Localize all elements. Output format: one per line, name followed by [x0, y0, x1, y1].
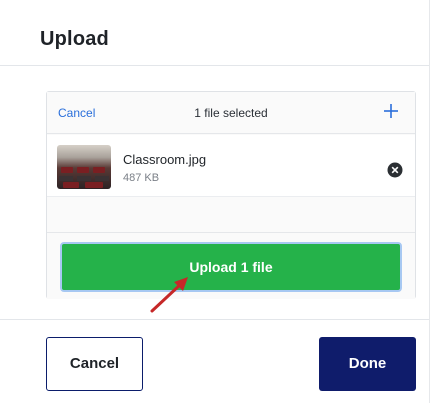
file-size: 487 KB [123, 172, 160, 184]
remove-circle-icon[interactable] [387, 162, 403, 178]
dialog-header: Upload [0, 0, 429, 66]
uploader-top-bar: Cancel 1 file selected [47, 92, 415, 134]
cancel-button[interactable]: Cancel [46, 337, 143, 391]
file-uploader-panel: Cancel 1 file selected Classroom.jpg 487… [46, 91, 416, 299]
file-thumbnail [57, 145, 111, 189]
upload-dialog: Upload Cancel 1 file selected Classroom.… [0, 0, 430, 403]
selection-status: 1 file selected [194, 106, 268, 120]
file-name: Classroom.jpg [123, 152, 207, 167]
dialog-footer: Cancel Done [0, 319, 429, 403]
upload-action-area: Upload 1 file [47, 232, 415, 299]
upload-files-button[interactable]: Upload 1 file [60, 242, 402, 292]
done-button[interactable]: Done [319, 337, 416, 391]
plus-icon[interactable] [381, 101, 401, 121]
uploader-cancel-link[interactable]: Cancel [58, 106, 95, 120]
dialog-title: Upload [40, 28, 109, 50]
file-list-item: Classroom.jpg 487 KB [47, 135, 415, 197]
